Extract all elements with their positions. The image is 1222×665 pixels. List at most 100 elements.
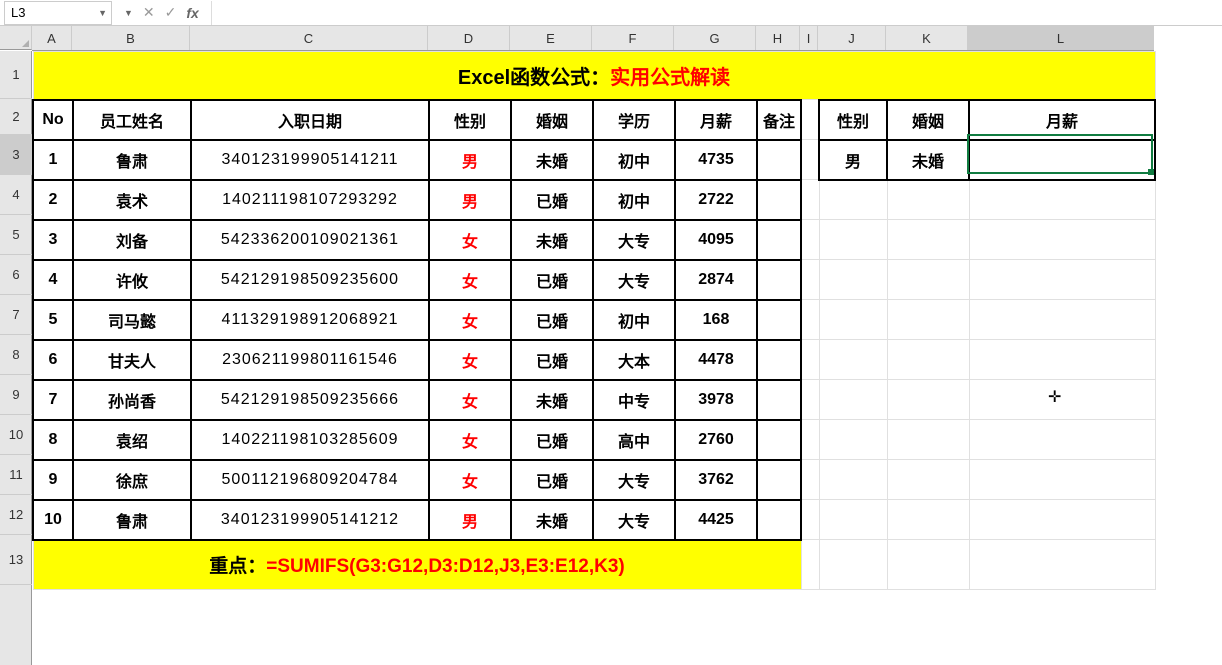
col-header-A[interactable]: A: [32, 26, 72, 50]
cell-salary[interactable]: 4735: [675, 140, 757, 180]
cell-no[interactable]: 4: [33, 260, 73, 300]
empty-l[interactable]: [969, 300, 1155, 340]
empty-l[interactable]: [969, 180, 1155, 220]
cell-marry[interactable]: 未婚: [511, 380, 593, 420]
cell-date[interactable]: 542336200109021361: [191, 220, 429, 260]
empty-l[interactable]: [969, 340, 1155, 380]
cell-name[interactable]: 鲁肃: [73, 500, 191, 540]
empty-k[interactable]: [887, 420, 969, 460]
empty-k[interactable]: [887, 300, 969, 340]
cell-no[interactable]: 9: [33, 460, 73, 500]
cell-edu[interactable]: 大专: [593, 500, 675, 540]
cell-name[interactable]: 甘夫人: [73, 340, 191, 380]
cell-sex[interactable]: 女: [429, 380, 511, 420]
cell-marry[interactable]: 已婚: [511, 300, 593, 340]
row-header-2[interactable]: 2: [0, 99, 32, 135]
cell-date[interactable]: 140211198107293292: [191, 180, 429, 220]
cell-date[interactable]: 340123199905141211: [191, 140, 429, 180]
bottom-formula-note[interactable]: 重点：=SUMIFS(G3:G12,D3:D12,J3,E3:E12,K3): [33, 540, 801, 590]
cell-sex[interactable]: 女: [429, 460, 511, 500]
row-header-13[interactable]: 13: [0, 535, 32, 585]
empty-j[interactable]: [819, 300, 887, 340]
empty-l[interactable]: [969, 260, 1155, 300]
cell-name[interactable]: 鲁肃: [73, 140, 191, 180]
cell-remark[interactable]: [757, 260, 801, 300]
cell-date[interactable]: 542129198509235666: [191, 380, 429, 420]
cell-no[interactable]: 8: [33, 420, 73, 460]
row-header-10[interactable]: 10: [0, 415, 32, 455]
empty-l[interactable]: [969, 500, 1155, 540]
cell-salary[interactable]: 3978: [675, 380, 757, 420]
empty-j[interactable]: [819, 260, 887, 300]
cell-sex[interactable]: 女: [429, 260, 511, 300]
cell-edu[interactable]: 初中: [593, 140, 675, 180]
cell-remark[interactable]: [757, 220, 801, 260]
cell-salary[interactable]: 4425: [675, 500, 757, 540]
hdr-date[interactable]: 入职日期: [191, 100, 429, 140]
cell-sex[interactable]: 女: [429, 300, 511, 340]
cell-date[interactable]: 340123199905141212: [191, 500, 429, 540]
page-title[interactable]: Excel函数公式：实用公式解读: [33, 52, 1155, 100]
cell-sex[interactable]: 男: [429, 500, 511, 540]
cell-salary[interactable]: 2760: [675, 420, 757, 460]
formula-input[interactable]: [211, 1, 1222, 25]
cell-remark[interactable]: [757, 460, 801, 500]
cell-sex[interactable]: 男: [429, 180, 511, 220]
empty-k[interactable]: [887, 220, 969, 260]
hdr-salary2[interactable]: 月薪: [969, 100, 1155, 140]
cell-salary[interactable]: 3762: [675, 460, 757, 500]
empty-j[interactable]: [819, 340, 887, 380]
col-header-L[interactable]: L: [968, 26, 1154, 50]
col-header-C[interactable]: C: [190, 26, 428, 50]
col-header-K[interactable]: K: [886, 26, 968, 50]
cell-date[interactable]: 542129198509235600: [191, 260, 429, 300]
row-header-6[interactable]: 6: [0, 255, 32, 295]
cell-name[interactable]: 司马懿: [73, 300, 191, 340]
cell-date[interactable]: 411329198912068921: [191, 300, 429, 340]
cancel-icon[interactable]: ✕: [143, 4, 155, 21]
cell-date[interactable]: 230621199801161546: [191, 340, 429, 380]
col-header-E[interactable]: E: [510, 26, 592, 50]
empty-j[interactable]: [819, 180, 887, 220]
cell-sex[interactable]: 男: [429, 140, 511, 180]
cell-salary[interactable]: 4095: [675, 220, 757, 260]
row-header-5[interactable]: 5: [0, 215, 32, 255]
empty-k[interactable]: [887, 340, 969, 380]
cell-remark[interactable]: [757, 380, 801, 420]
cell-edu[interactable]: 中专: [593, 380, 675, 420]
row-header-8[interactable]: 8: [0, 335, 32, 375]
empty-k[interactable]: [887, 180, 969, 220]
cell-edu[interactable]: 高中: [593, 420, 675, 460]
cell-name[interactable]: 许攸: [73, 260, 191, 300]
cell-marry[interactable]: 未婚: [511, 500, 593, 540]
cell-salary[interactable]: 2722: [675, 180, 757, 220]
cell-marry[interactable]: 已婚: [511, 340, 593, 380]
hdr-marry2[interactable]: 婚姻: [887, 100, 969, 140]
cell-sex[interactable]: 女: [429, 420, 511, 460]
chevron-down-small-icon[interactable]: ▼: [124, 8, 133, 18]
side-sex[interactable]: 男: [819, 140, 887, 180]
cell-remark[interactable]: [757, 140, 801, 180]
cell-salary[interactable]: 2874: [675, 260, 757, 300]
empty-k[interactable]: [887, 380, 969, 420]
row-header-4[interactable]: 4: [0, 175, 32, 215]
cell-date[interactable]: 500112196809204784: [191, 460, 429, 500]
cell-sex[interactable]: 女: [429, 340, 511, 380]
select-all-corner[interactable]: [0, 26, 32, 50]
cell-salary[interactable]: 4478: [675, 340, 757, 380]
cell-edu[interactable]: 初中: [593, 300, 675, 340]
cell-date[interactable]: 140221198103285609: [191, 420, 429, 460]
hdr-marry[interactable]: 婚姻: [511, 100, 593, 140]
empty-j[interactable]: [819, 500, 887, 540]
col-header-J[interactable]: J: [818, 26, 886, 50]
spreadsheet-grid[interactable]: Excel函数公式：实用公式解读No员工姓名入职日期性别婚姻学历月薪备注性别婚姻…: [32, 51, 1156, 665]
cell-name[interactable]: 袁绍: [73, 420, 191, 460]
hdr-sex[interactable]: 性别: [429, 100, 511, 140]
empty-j[interactable]: [819, 420, 887, 460]
row-header-1[interactable]: 1: [0, 51, 32, 99]
cell-remark[interactable]: [757, 500, 801, 540]
chevron-down-icon[interactable]: ▼: [98, 8, 107, 18]
cell-no[interactable]: 10: [33, 500, 73, 540]
side-marry[interactable]: 未婚: [887, 140, 969, 180]
cell-sex[interactable]: 女: [429, 220, 511, 260]
